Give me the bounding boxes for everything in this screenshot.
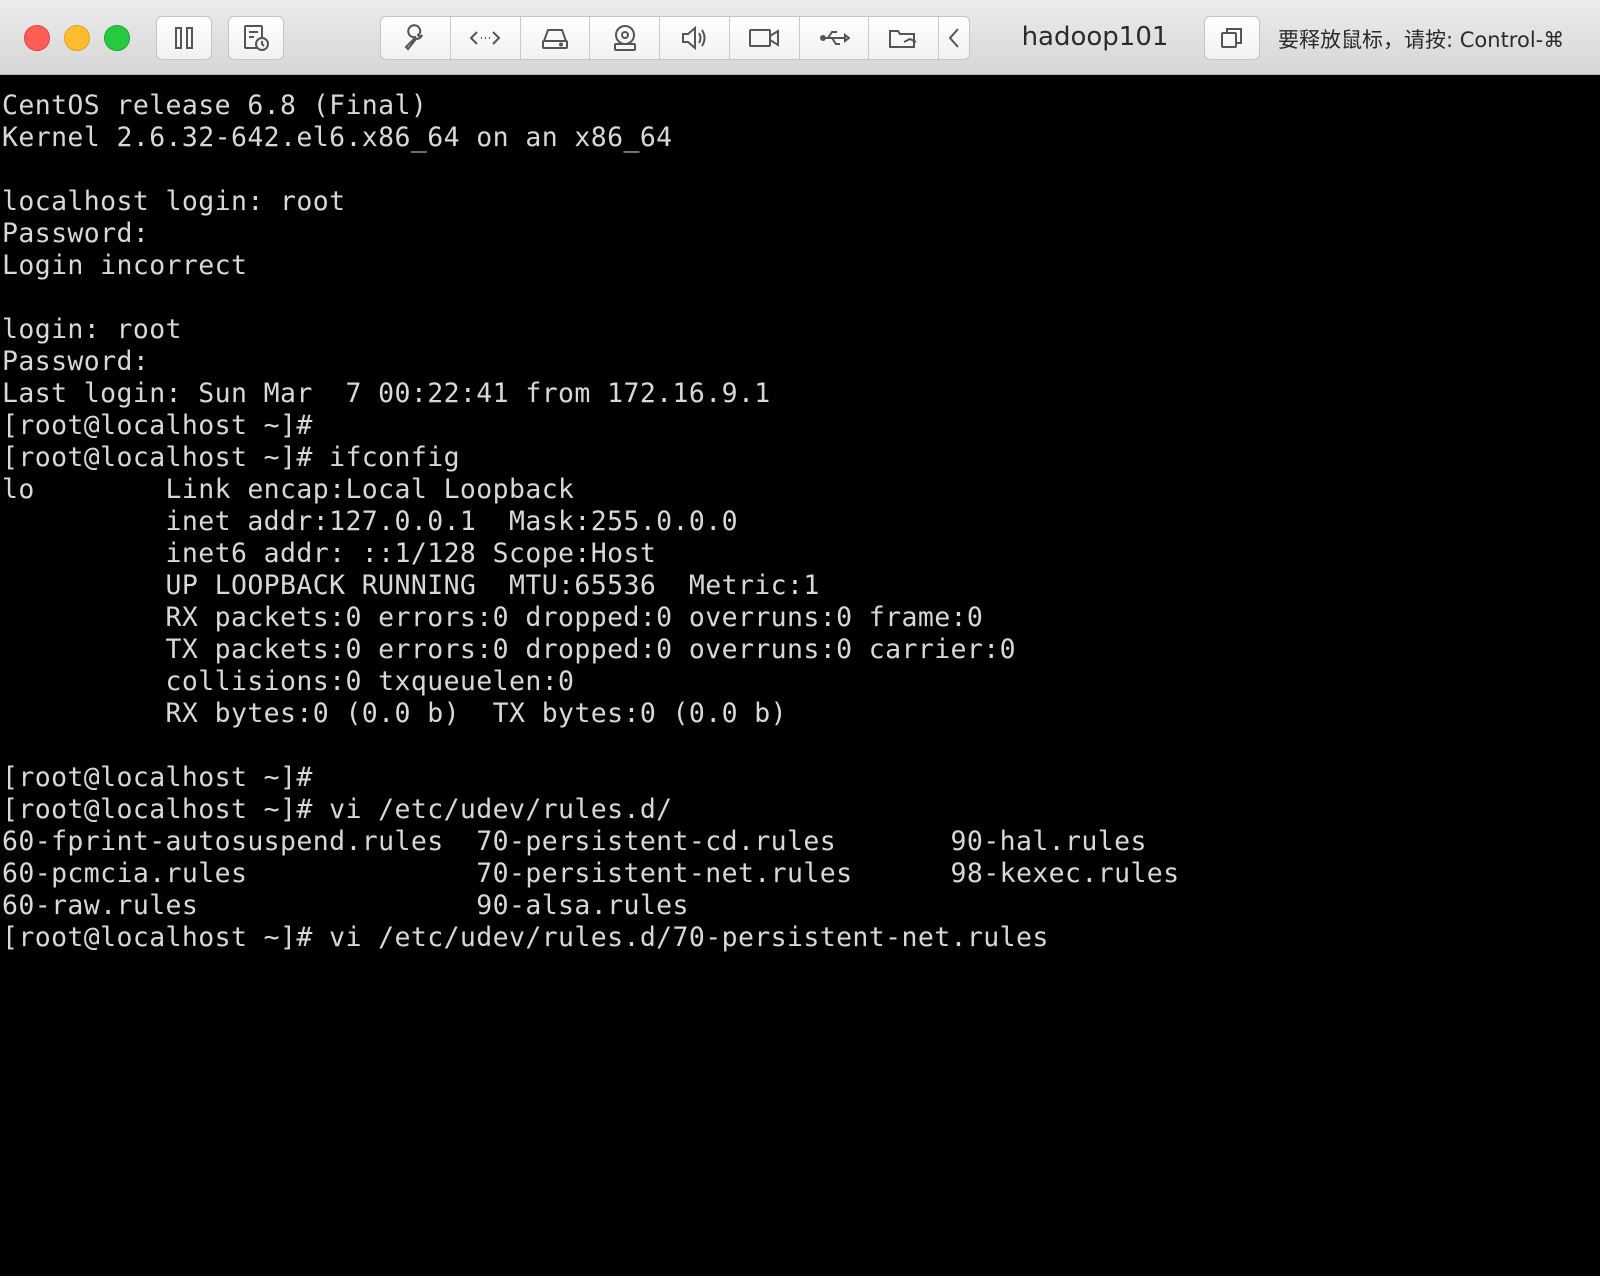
terminal-line: Last login: Sun Mar 7 00:22:41 from 172.… [2,378,771,409]
terminal-line: RX packets:0 errors:0 dropped:0 overruns… [2,602,984,633]
terminal-line: inet addr:127.0.0.1 Mask:255.0.0.0 [2,506,738,537]
terminal-line: [root@localhost ~]# vi /etc/udev/rules.d… [2,794,673,825]
network-button[interactable] [451,17,521,59]
shared-folder-icon [888,30,917,48]
terminal-line: [root@localhost ~]# [2,762,313,793]
settings-button[interactable] [381,17,451,59]
terminal-line: [root@localhost ~]# ifconfig [2,442,460,473]
terminal-line: Kernel 2.6.32-642.el6.x86_64 on an x86_6… [2,122,673,153]
fullscreen-button[interactable] [1204,16,1260,60]
terminal-line: Login incorrect [2,250,248,281]
title-bar: hadoop101 要释放鼠标，请按: Control-⌘ [0,0,1600,75]
chevron-left-icon [948,28,959,48]
camera-device-button[interactable] [590,17,661,59]
minimize-button[interactable] [64,25,90,51]
terminal-line: Password: [2,218,150,249]
window-title: hadoop101 [1021,22,1169,52]
terminal-line: UP LOOPBACK RUNNING MTU:65536 Metric:1 [2,570,820,601]
terminal-line: collisions:0 txqueuelen:0 [2,666,575,697]
sound-button[interactable] [660,17,730,59]
usb-icon [819,31,850,45]
wrench-icon [404,24,424,51]
terminal-line: TX packets:0 errors:0 dropped:0 overruns… [2,634,1016,665]
pause-button[interactable] [156,16,212,60]
camera-device-icon [613,25,636,51]
terminal-line: Password: [2,346,150,377]
terminal-line: localhost login: root [2,186,346,217]
hard-disk-button[interactable] [521,17,591,59]
pause-icon [175,27,193,49]
terminal-line: inet6 addr: ::1/128 Scope:Host [2,538,657,569]
zoom-button[interactable] [104,25,130,51]
terminal-screen[interactable]: CentOS release 6.8 (Final) Kernel 2.6.32-… [0,90,1600,1276]
terminal-line: CentOS release 6.8 (Final) [2,90,428,121]
snapshot-button[interactable] [228,16,284,60]
terminal-line: 60-raw.rules 90-alsa.rules [2,890,689,921]
shared-folder-button[interactable] [869,17,940,59]
collapse-toolbar-button[interactable] [939,17,969,59]
terminal-line: 60-fprint-autosuspend.rules 70-persisten… [2,826,1147,857]
terminal-line: login: root [2,314,182,345]
speaker-icon [682,25,706,51]
video-camera-icon [749,29,780,47]
code-arrows-icon [469,31,501,45]
device-toolbar [380,16,970,60]
vm-window: hadoop101 要释放鼠标，请按: Control-⌘ CentOS rel… [0,0,1600,1276]
terminal-line: lo Link encap:Local Loopback [2,474,575,505]
terminal-line: [root@localhost ~]# vi /etc/udev/rules.d… [2,922,1049,953]
hard-drive-icon [541,29,568,49]
terminal-line: [root@localhost ~]# [2,410,313,441]
video-button[interactable] [730,17,800,59]
close-button[interactable] [24,25,50,51]
release-mouse-hint: 要释放鼠标，请按: Control-⌘ [1278,28,1565,52]
fullscreen-icon [1221,28,1242,48]
usb-button[interactable] [800,17,870,59]
terminal-line: 60-pcmcia.rules 70-persistent-net.rules … [2,858,1180,889]
terminal-line: RX bytes:0 (0.0 b) TX bytes:0 (0.0 b) [2,698,788,729]
snapshot-icon [244,25,269,51]
